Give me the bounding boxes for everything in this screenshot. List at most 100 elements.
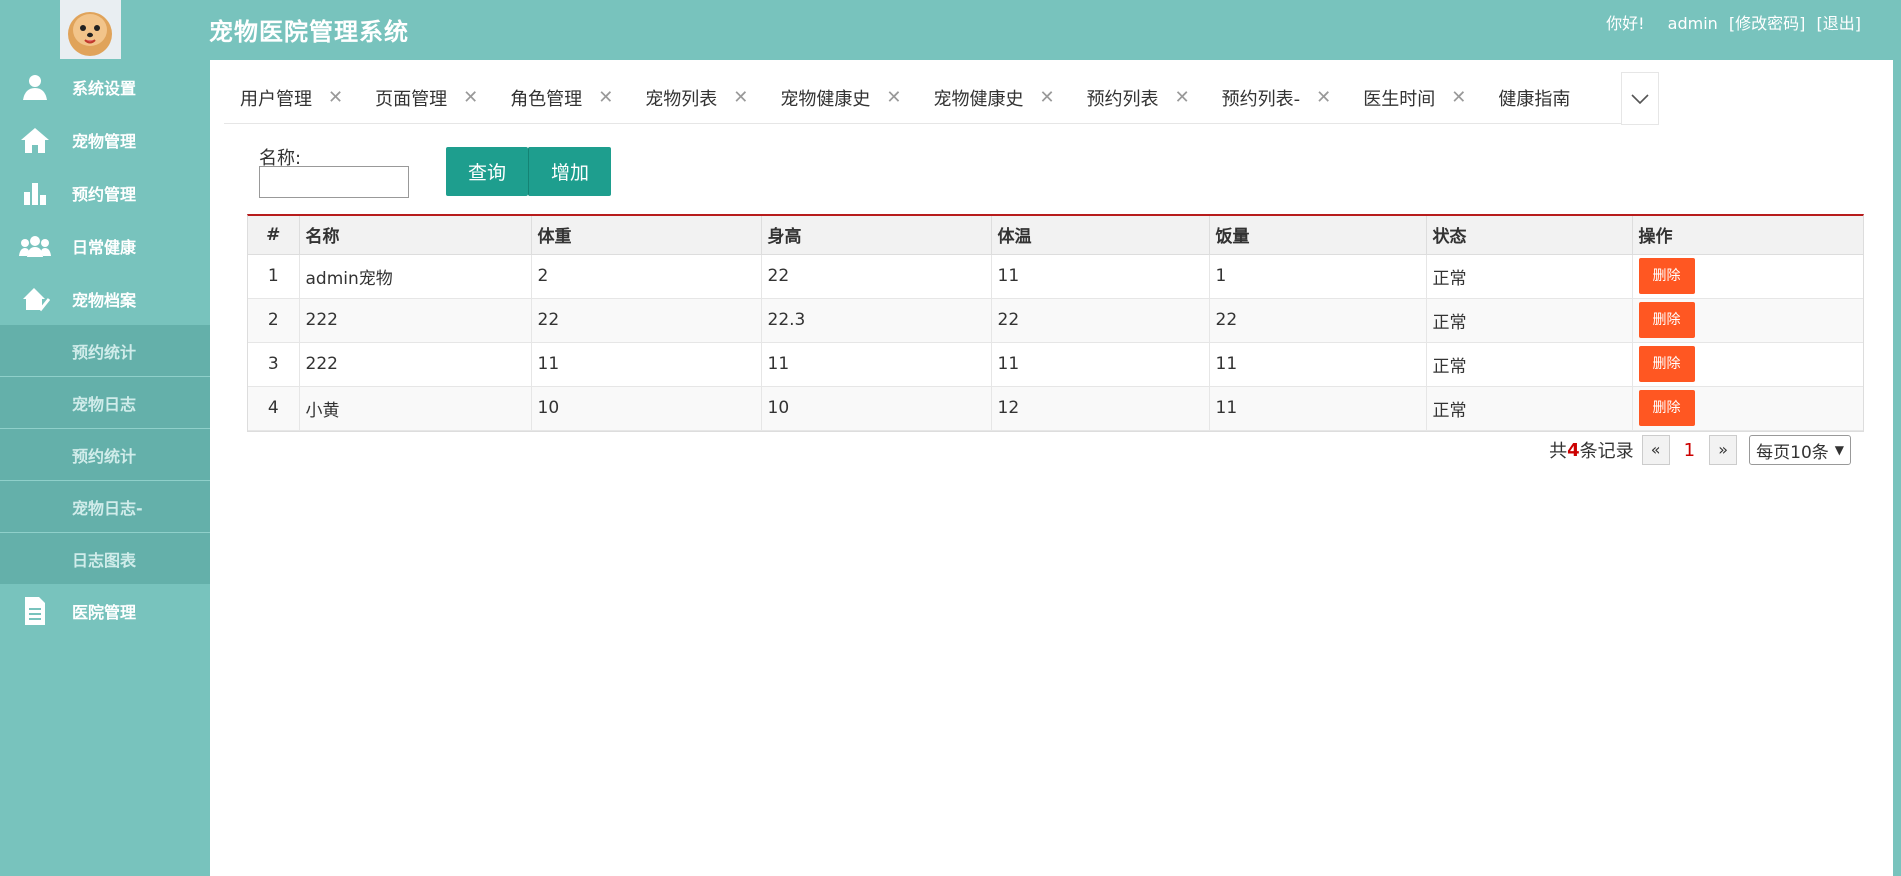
cell-status: 正常	[1426, 298, 1633, 343]
cell-height: 11	[761, 342, 992, 387]
right-edge-bar	[1893, 0, 1901, 876]
total-prefix: 共	[1549, 441, 1568, 462]
sidebar-item-label: 宠物档案	[72, 290, 137, 310]
cell-index: 1	[248, 254, 300, 299]
sidebar-item-pet-management[interactable]: 宠物管理	[0, 113, 210, 166]
close-icon[interactable]: ✕	[733, 87, 748, 108]
search-button-group: 查询 增加	[446, 147, 612, 196]
cell-name: admin宠物	[299, 254, 532, 299]
sidebar-item-label: 系统设置	[72, 78, 137, 98]
close-icon[interactable]: ✕	[1316, 87, 1331, 108]
close-icon[interactable]: ✕	[463, 87, 478, 108]
cell-temperature: 22	[991, 298, 1210, 343]
chevron-down-icon: ▼	[1834, 443, 1844, 457]
close-icon[interactable]: ✕	[1175, 87, 1190, 108]
tab-pet-health-history[interactable]: 宠物健康史 ✕	[764, 72, 917, 123]
pagination: 共 4 条记录 « 1 » 每页10条 ▼	[1549, 435, 1851, 465]
sidebar-item-daily-health[interactable]: 日常健康	[0, 219, 210, 272]
sidebar-subitem-label: 宠物日志	[72, 394, 137, 414]
cell-weight: 10	[531, 386, 762, 431]
table-row: 4 小黄 10 10 12 11 正常 删除	[248, 386, 1863, 431]
tab-role-management[interactable]: 角色管理 ✕	[494, 72, 629, 123]
cell-status: 正常	[1426, 254, 1633, 299]
cell-height: 22	[761, 254, 992, 299]
sidebar-subitem-appointment-stats-2[interactable]: 预约统计	[0, 428, 210, 480]
user-icon	[18, 72, 52, 102]
tab-pet-health-history-2[interactable]: 宠物健康史 ✕	[917, 72, 1070, 123]
cell-temperature: 11	[991, 342, 1210, 387]
cell-food: 11	[1209, 386, 1427, 431]
top-header: 宠物医院管理系统 你好! admin [修改密码] [退出]	[0, 0, 1901, 60]
bar-chart-icon	[18, 178, 52, 208]
next-page-button[interactable]: »	[1709, 435, 1738, 465]
column-header: 身高	[761, 216, 992, 255]
cell-actions: 删除	[1632, 298, 1863, 343]
table-row: 2 222 22 22.3 22 22 正常 删除	[248, 298, 1863, 343]
change-password-link[interactable]: [修改密码]	[1729, 14, 1806, 33]
close-icon[interactable]: ✕	[1451, 87, 1466, 108]
table-row: 1 admin宠物 2 22 11 1 正常 删除	[248, 254, 1863, 299]
search-name-input[interactable]	[259, 166, 409, 198]
group-icon	[18, 231, 52, 261]
tab-label: 宠物列表	[645, 88, 718, 110]
sidebar-subitem-appointment-stats[interactable]: 预约统计	[0, 325, 210, 376]
delete-button[interactable]: 删除	[1638, 346, 1695, 382]
sidebar-item-hospital-management[interactable]: 医院管理	[0, 584, 210, 637]
sidebar-subitem-pet-log-2[interactable]: 宠物日志-	[0, 480, 210, 532]
cell-actions: 删除	[1632, 254, 1863, 299]
sidebar-subitem-label: 日志图表	[72, 550, 137, 570]
prev-page-button[interactable]: «	[1641, 435, 1670, 465]
document-icon	[18, 596, 52, 626]
tab-label: 宠物健康史	[933, 88, 1024, 110]
cell-name: 小黄	[299, 386, 532, 431]
column-header: 体重	[531, 216, 762, 255]
cell-height: 10	[761, 386, 992, 431]
table-row: 3 222 11 11 11 11 正常 删除	[248, 342, 1863, 387]
chevron-down-icon	[1631, 93, 1649, 104]
cell-name: 222	[299, 342, 532, 387]
cell-name: 222	[299, 298, 532, 343]
query-button[interactable]: 查询	[446, 147, 529, 196]
sidebar-item-system-settings[interactable]: 系统设置	[0, 60, 210, 113]
sidebar-item-label: 医院管理	[72, 602, 137, 622]
tab-appointment-list[interactable]: 预约列表 ✕	[1071, 72, 1206, 123]
tab-label: 预约列表	[1086, 88, 1159, 110]
cell-weight: 2	[531, 254, 762, 299]
sidebar-item-appointment-management[interactable]: 预约管理	[0, 166, 210, 219]
tab-appointment-list-2[interactable]: 预约列表- ✕	[1206, 72, 1348, 123]
sidebar-item-label: 预约管理	[72, 184, 137, 204]
tab-label: 用户管理	[240, 88, 312, 110]
close-icon[interactable]: ✕	[328, 87, 343, 108]
current-page-number[interactable]: 1	[1684, 440, 1695, 461]
cell-height: 22.3	[761, 298, 992, 343]
cell-weight: 22	[531, 298, 762, 343]
delete-button[interactable]: 删除	[1638, 302, 1695, 338]
home-icon	[18, 125, 52, 155]
app-title: 宠物医院管理系统	[209, 18, 409, 46]
delete-button[interactable]: 删除	[1638, 390, 1695, 426]
user-bar: 你好! admin [修改密码] [退出]	[1600, 10, 1861, 34]
delete-button[interactable]: 删除	[1638, 258, 1695, 294]
logout-link[interactable]: [退出]	[1817, 14, 1862, 33]
tab-label: 页面管理	[375, 88, 448, 110]
tab-user-management[interactable]: 用户管理 ✕	[224, 72, 359, 123]
sidebar-subitem-log-chart[interactable]: 日志图表	[0, 532, 210, 584]
close-icon[interactable]: ✕	[598, 87, 613, 108]
sidebar-subitem-pet-log[interactable]: 宠物日志	[0, 376, 210, 428]
sidebar-item-pet-records[interactable]: 宠物档案	[0, 272, 210, 325]
sidebar-item-label: 日常健康	[72, 237, 137, 257]
cell-weight: 11	[531, 342, 762, 387]
username-link[interactable]: admin	[1668, 14, 1718, 33]
cell-temperature: 12	[991, 386, 1210, 431]
tab-health-guide[interactable]: 健康指南	[1482, 72, 1586, 123]
table-header-row: # 名称 体重 身高 体温 饭量 状态 操作	[248, 216, 1863, 255]
tab-page-management[interactable]: 页面管理 ✕	[359, 72, 494, 123]
tab-more-button[interactable]	[1621, 72, 1659, 125]
add-button[interactable]: 增加	[528, 147, 612, 196]
close-icon[interactable]: ✕	[1039, 87, 1054, 108]
close-icon[interactable]: ✕	[886, 87, 901, 108]
tab-label: 健康指南	[1498, 88, 1571, 110]
tab-pet-list[interactable]: 宠物列表 ✕	[629, 72, 764, 123]
tab-doctor-time[interactable]: 医生时间 ✕	[1347, 72, 1482, 123]
page-size-select[interactable]: 每页10条 ▼	[1749, 435, 1851, 465]
